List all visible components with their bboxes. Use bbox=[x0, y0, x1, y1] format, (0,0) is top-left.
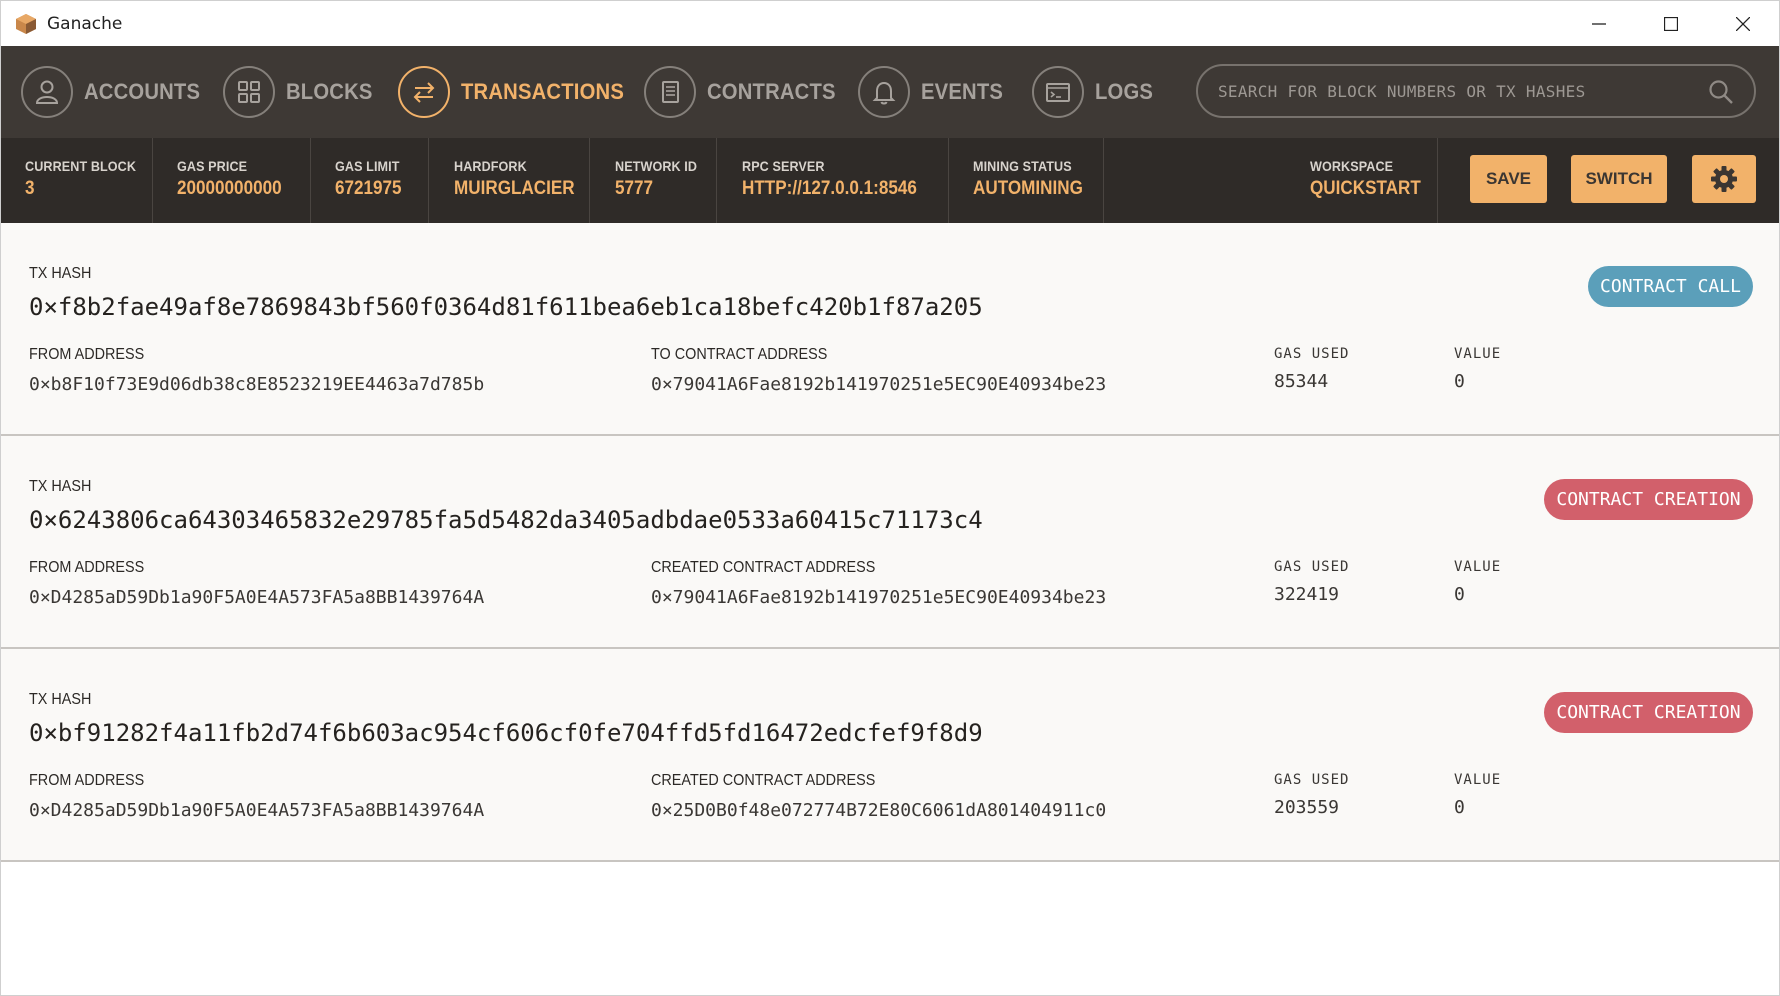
value-label: VALUE bbox=[1454, 559, 1502, 575]
to-address-label: TO CONTRACT ADDRESS bbox=[651, 346, 828, 363]
stat-current-block: CURRENT BLOCK 3 bbox=[1, 138, 153, 223]
from-address: 0×D4285aD59Db1a90F5A0E4A573FA5a8BB143976… bbox=[29, 587, 485, 608]
status-bar: CURRENT BLOCK 3 GAS PRICE 20000000000 GA… bbox=[1, 138, 1779, 223]
person-icon bbox=[35, 80, 59, 104]
bell-icon bbox=[872, 81, 896, 105]
transaction-row[interactable]: TX HASH 0×f8b2fae49af8e7869843bf560f0364… bbox=[1, 223, 1779, 436]
search-input[interactable] bbox=[1216, 80, 1690, 102]
from-address: 0×b8F10f73E9d06db38c8E8523219EE4463a7d78… bbox=[29, 374, 485, 395]
value-label: VALUE bbox=[1454, 772, 1502, 788]
tx-hash: 0×bf91282f4a11fb2d74f6b603ac954cf606cf0f… bbox=[29, 719, 983, 747]
created-contract-address: 0×25D0B0f48e072774B72E80C6061dA801404911… bbox=[651, 800, 1107, 821]
stat-gas-limit: GAS LIMIT 6721975 bbox=[311, 138, 429, 223]
minimize-icon bbox=[1592, 22, 1606, 25]
from-address-label: FROM ADDRESS bbox=[29, 559, 145, 576]
tx-hash-label: TX HASH bbox=[29, 478, 92, 495]
stat-mining-status: MINING STATUS AUTOMINING bbox=[949, 138, 1104, 223]
gas-used-label: GAS USED bbox=[1274, 346, 1350, 362]
maximize-button[interactable] bbox=[1635, 1, 1707, 46]
value-label: VALUE bbox=[1454, 346, 1502, 362]
contract-creation-badge: CONTRACT CREATION bbox=[1544, 692, 1753, 733]
title-bar: Ganache bbox=[1, 1, 1779, 46]
search-box bbox=[1196, 64, 1756, 118]
from-address: 0×D4285aD59Db1a90F5A0E4A573FA5a8BB143976… bbox=[29, 800, 485, 821]
transactions-list: TX HASH 0×f8b2fae49af8e7869843bf560f0364… bbox=[1, 223, 1779, 862]
grid-icon bbox=[238, 81, 260, 103]
gas-used: 85344 bbox=[1274, 371, 1329, 392]
app-window: Ganache ACCOUNTS BLOCKS TRANSACTIONS CON… bbox=[0, 0, 1780, 996]
nav-logs[interactable]: LOGS bbox=[1032, 63, 1158, 121]
search-icon[interactable] bbox=[1708, 79, 1734, 105]
created-contract-address-label: CREATED CONTRACT ADDRESS bbox=[651, 559, 876, 576]
stat-network-id: NETWORK ID 5777 bbox=[590, 138, 717, 223]
nav-blocks-label: BLOCKS bbox=[286, 79, 373, 104]
value: 0 bbox=[1454, 797, 1465, 818]
tx-hash: 0×f8b2fae49af8e7869843bf560f0364d81f611b… bbox=[29, 293, 983, 321]
created-contract-address-label: CREATED CONTRACT ADDRESS bbox=[651, 772, 876, 789]
close-button[interactable] bbox=[1707, 1, 1779, 46]
transaction-row[interactable]: TX HASH 0×6243806ca64303465832e29785fa5d… bbox=[1, 436, 1779, 649]
nav-contracts-label: CONTRACTS bbox=[707, 79, 836, 104]
nav-transactions[interactable]: TRANSACTIONS bbox=[398, 63, 638, 121]
tx-hash-label: TX HASH bbox=[29, 691, 92, 708]
nav-events[interactable]: EVENTS bbox=[858, 63, 1010, 121]
created-contract-address: 0×79041A6Fae8192b141970251e5EC90E40934be… bbox=[651, 587, 1107, 608]
gas-used: 322419 bbox=[1274, 584, 1340, 605]
gear-icon bbox=[1711, 166, 1737, 192]
minimize-button[interactable] bbox=[1563, 1, 1635, 46]
stat-workspace: WORKSPACE QUICKSTART bbox=[1104, 138, 1438, 223]
nav-contracts[interactable]: CONTRACTS bbox=[644, 63, 847, 121]
nav-transactions-label: TRANSACTIONS bbox=[461, 79, 625, 104]
from-address-label: FROM ADDRESS bbox=[29, 772, 145, 789]
gas-used-label: GAS USED bbox=[1274, 772, 1350, 788]
gas-used: 203559 bbox=[1274, 797, 1340, 818]
transaction-row[interactable]: TX HASH 0×bf91282f4a11fb2d74f6b603ac954c… bbox=[1, 649, 1779, 862]
swap-arrows-icon bbox=[413, 82, 435, 103]
nav-logs-label: LOGS bbox=[1095, 79, 1154, 104]
switch-button[interactable]: SWITCH bbox=[1571, 155, 1667, 203]
stat-rpc-server: RPC SERVER HTTP://127.0.0.1:8546 bbox=[717, 138, 949, 223]
stat-gas-price: GAS PRICE 20000000000 bbox=[153, 138, 311, 223]
close-icon bbox=[1736, 16, 1750, 31]
terminal-icon bbox=[1046, 83, 1070, 102]
tx-hash-label: TX HASH bbox=[29, 265, 92, 282]
maximize-icon bbox=[1664, 16, 1678, 31]
window-controls bbox=[1563, 1, 1779, 46]
stat-hardfork: HARDFORK MUIRGLACIER bbox=[429, 138, 590, 223]
document-icon bbox=[662, 81, 679, 103]
save-button[interactable]: SAVE bbox=[1470, 155, 1547, 203]
window-title: Ganache bbox=[47, 13, 123, 34]
main-nav: ACCOUNTS BLOCKS TRANSACTIONS CONTRACTS E… bbox=[1, 46, 1779, 138]
value: 0 bbox=[1454, 584, 1465, 605]
nav-events-label: EVENTS bbox=[921, 79, 1004, 104]
contract-call-badge: CONTRACT CALL bbox=[1588, 266, 1753, 307]
nav-blocks[interactable]: BLOCKS bbox=[223, 63, 380, 121]
tx-hash: 0×6243806ca64303465832e29785fa5d5482da34… bbox=[29, 506, 983, 534]
ganache-logo-icon bbox=[16, 13, 36, 34]
to-address: 0×79041A6Fae8192b141970251e5EC90E40934be… bbox=[651, 374, 1107, 395]
gas-used-label: GAS USED bbox=[1274, 559, 1350, 575]
nav-accounts[interactable]: ACCOUNTS bbox=[21, 63, 210, 121]
contract-creation-badge: CONTRACT CREATION bbox=[1544, 479, 1753, 520]
value: 0 bbox=[1454, 371, 1465, 392]
from-address-label: FROM ADDRESS bbox=[29, 346, 145, 363]
settings-button[interactable] bbox=[1692, 155, 1756, 203]
nav-accounts-label: ACCOUNTS bbox=[84, 79, 201, 104]
